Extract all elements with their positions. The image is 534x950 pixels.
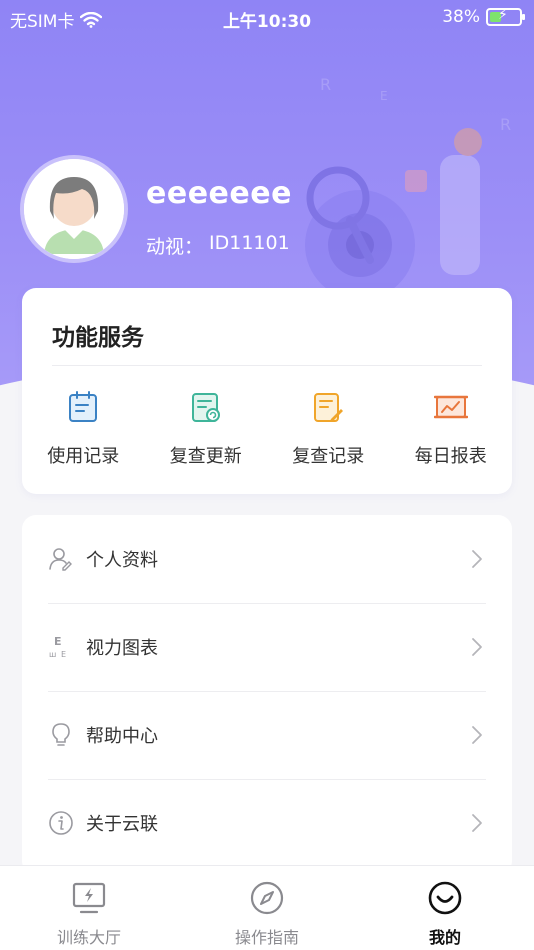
avatar[interactable] xyxy=(20,155,128,263)
svg-text:ш: ш xyxy=(49,650,56,659)
info-icon xyxy=(49,811,73,835)
menu-item-label: 个人资料 xyxy=(86,550,158,571)
service-daily-report[interactable]: 每日报表 xyxy=(390,390,513,468)
compass-icon xyxy=(250,881,284,915)
eye-exam-illustration: R E R xyxy=(305,75,511,290)
user-id: 动视： ID11101 xyxy=(146,232,290,259)
service-usage-records[interactable]: 使用记录 xyxy=(22,390,145,468)
smile-icon xyxy=(428,881,462,915)
tab-operation-guide[interactable]: 操作指南 xyxy=(178,866,356,950)
menu-item-vision-chart[interactable]: E ш E 视力图表 xyxy=(22,603,512,691)
service-recheck-records[interactable]: 复查记录 xyxy=(267,390,390,468)
avatar-girl-icon xyxy=(24,159,124,259)
services-card: 功能服务 使用记录 复查更新 复查记录 每日报表 xyxy=(22,288,512,494)
battery-icon: ⚡ xyxy=(486,7,525,26)
service-recheck-update[interactable]: 复查更新 xyxy=(145,390,268,468)
svg-text:E: E xyxy=(61,650,66,659)
lightbulb-icon xyxy=(52,723,70,746)
status-bar: 无SIM卡 上午10:30 38% ⚡ xyxy=(0,0,534,36)
battery-percent: 38% xyxy=(442,7,480,27)
charging-bolt-icon: ⚡ xyxy=(498,7,508,23)
menu-item-about[interactable]: 关于云联 xyxy=(22,779,512,867)
tab-label: 我的 xyxy=(428,928,461,947)
user-id-label: 动视： xyxy=(146,236,204,258)
menu-item-label: 帮助中心 xyxy=(86,726,158,747)
services-title: 功能服务 xyxy=(52,325,144,351)
service-label: 每日报表 xyxy=(414,446,487,467)
services-grid: 使用记录 复查更新 复查记录 每日报表 xyxy=(22,390,512,468)
svg-text:R: R xyxy=(500,115,511,134)
menu-item-label: 关于云联 xyxy=(86,814,158,835)
user-id-value: ID11101 xyxy=(209,232,290,254)
monitor-bolt-icon xyxy=(72,882,106,914)
username: eeeeeee xyxy=(146,176,292,211)
tab-label: 训练大厅 xyxy=(56,928,121,947)
service-label: 使用记录 xyxy=(47,446,120,467)
menu-item-label: 视力图表 xyxy=(86,638,158,659)
edit-doc-icon xyxy=(314,393,344,422)
chevron-right-icon xyxy=(472,638,482,656)
svg-text:R: R xyxy=(320,75,331,94)
svg-text:E: E xyxy=(380,89,388,103)
svg-text:E: E xyxy=(54,635,62,648)
eye-chart-icon: E ш E xyxy=(49,635,66,659)
chevron-right-icon xyxy=(472,550,482,568)
menu-item-help-center[interactable]: 帮助中心 xyxy=(22,691,512,779)
chevron-right-icon xyxy=(472,726,482,744)
tab-mine[interactable]: 我的 xyxy=(356,866,534,950)
service-label: 复查更新 xyxy=(169,446,242,467)
report-chart-icon xyxy=(433,395,468,419)
services-divider xyxy=(52,365,482,366)
calendar-icon xyxy=(69,391,98,422)
chevron-right-icon xyxy=(472,814,482,832)
tab-training-hall[interactable]: 训练大厅 xyxy=(0,866,178,950)
tab-label: 操作指南 xyxy=(234,928,299,947)
tab-bar: 训练大厅 操作指南 我的 xyxy=(0,865,534,950)
service-label: 复查记录 xyxy=(292,446,365,467)
menu-item-profile[interactable]: 个人资料 xyxy=(22,515,512,603)
user-icon xyxy=(49,548,72,571)
refresh-doc-icon xyxy=(191,393,220,422)
menu-card: 个人资料 E ш E 视力图表 帮助中心 关于云联 xyxy=(22,515,512,875)
